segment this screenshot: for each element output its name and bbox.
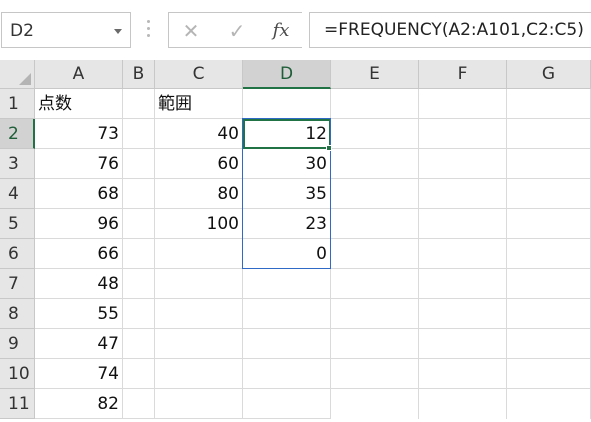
cell-c3[interactable]: 60 — [155, 149, 243, 179]
cell-c8[interactable] — [155, 299, 243, 329]
formula-buttons: ✕ ✓ fx — [168, 12, 302, 48]
cell-d3[interactable]: 30 — [243, 149, 331, 179]
row-header-9[interactable]: 9 — [0, 329, 35, 359]
row-header-7[interactable]: 7 — [0, 269, 35, 299]
row-header-6[interactable]: 6 — [0, 239, 35, 269]
cell-b11[interactable] — [123, 389, 155, 419]
row-header-3[interactable]: 3 — [0, 149, 35, 179]
cell-b1[interactable] — [123, 89, 155, 119]
drag-handle-icon[interactable] — [147, 20, 151, 38]
cell-d10[interactable] — [243, 359, 331, 389]
cell-b3[interactable] — [123, 149, 155, 179]
cell-c11[interactable] — [155, 389, 243, 419]
cell-b6[interactable] — [123, 239, 155, 269]
cell-a10[interactable]: 74 — [35, 359, 123, 389]
cell-d2-active[interactable]: 12 — [243, 119, 331, 149]
cell-b8[interactable] — [123, 299, 155, 329]
cell-c6[interactable] — [155, 239, 243, 269]
cell-b10[interactable] — [123, 359, 155, 389]
cell-a8[interactable]: 55 — [35, 299, 123, 329]
row-header-4[interactable]: 4 — [0, 179, 35, 209]
column-header-d[interactable]: D — [243, 60, 331, 89]
column-header-c[interactable]: C — [155, 60, 243, 89]
formula-input[interactable]: =FREQUENCY(A2:A101,C2:C5) — [309, 12, 591, 48]
column-e-cells[interactable] — [331, 89, 419, 419]
cell-d6[interactable]: 0 — [243, 239, 331, 269]
chevron-down-icon[interactable] — [114, 29, 122, 34]
formula-text: =FREQUENCY(A2:A101,C2:C5) — [324, 20, 584, 40]
column-header-a[interactable]: A — [35, 60, 123, 89]
column-header-e[interactable]: E — [331, 60, 419, 89]
cell-b2[interactable] — [123, 119, 155, 149]
cell-d1[interactable] — [243, 89, 331, 119]
column-g-cells[interactable] — [507, 89, 591, 419]
cell-c2[interactable]: 40 — [155, 119, 243, 149]
cell-a1[interactable]: 点数 — [35, 89, 123, 119]
cell-d4[interactable]: 35 — [243, 179, 331, 209]
cell-a4[interactable]: 68 — [35, 179, 123, 209]
column-header-b[interactable]: B — [123, 60, 155, 89]
cell-a9[interactable]: 47 — [35, 329, 123, 359]
cell-c10[interactable] — [155, 359, 243, 389]
cell-a6[interactable]: 66 — [35, 239, 123, 269]
cell-c4[interactable]: 80 — [155, 179, 243, 209]
name-box[interactable]: D2 — [1, 12, 131, 48]
cell-c7[interactable] — [155, 269, 243, 299]
cancel-icon[interactable]: ✕ — [179, 19, 203, 43]
cell-d8[interactable] — [243, 299, 331, 329]
fill-handle[interactable] — [326, 145, 332, 151]
cell-b4[interactable] — [123, 179, 155, 209]
enter-check-icon[interactable]: ✓ — [225, 19, 249, 43]
cell-b5[interactable] — [123, 209, 155, 239]
cell-d5[interactable]: 23 — [243, 209, 331, 239]
cell-c9[interactable] — [155, 329, 243, 359]
column-header-g[interactable]: G — [507, 60, 591, 89]
row-header-10[interactable]: 10 — [0, 359, 35, 389]
cell-b7[interactable] — [123, 269, 155, 299]
column-f-cells[interactable] — [419, 89, 507, 419]
select-all-button[interactable] — [0, 60, 35, 89]
cell-c1[interactable]: 範囲 — [155, 89, 243, 119]
cell-a7[interactable]: 48 — [35, 269, 123, 299]
row-header-11[interactable]: 11 — [0, 389, 35, 419]
row-header-8[interactable]: 8 — [0, 299, 35, 329]
cell-a2[interactable]: 73 — [35, 119, 123, 149]
name-box-value: D2 — [10, 21, 34, 41]
formula-bar-area: D2 ✕ ✓ fx =FREQUENCY(A2:A101,C2:C5) — [0, 0, 591, 60]
cell-d9[interactable] — [243, 329, 331, 359]
cell-a5[interactable]: 96 — [35, 209, 123, 239]
spreadsheet-grid: A B C D E F G 1 2 3 4 5 6 7 8 9 10 11 点数… — [0, 60, 591, 422]
cell-d7[interactable] — [243, 269, 331, 299]
column-header-f[interactable]: F — [419, 60, 507, 89]
row-header-2[interactable]: 2 — [0, 119, 35, 149]
cell-a3[interactable]: 76 — [35, 149, 123, 179]
insert-function-icon[interactable]: fx — [269, 19, 293, 43]
cell-b9[interactable] — [123, 329, 155, 359]
cell-c5[interactable]: 100 — [155, 209, 243, 239]
row-header-1[interactable]: 1 — [0, 89, 35, 119]
cell-d11[interactable] — [243, 389, 331, 419]
row-header-5[interactable]: 5 — [0, 209, 35, 239]
cell-a11[interactable]: 82 — [35, 389, 123, 419]
